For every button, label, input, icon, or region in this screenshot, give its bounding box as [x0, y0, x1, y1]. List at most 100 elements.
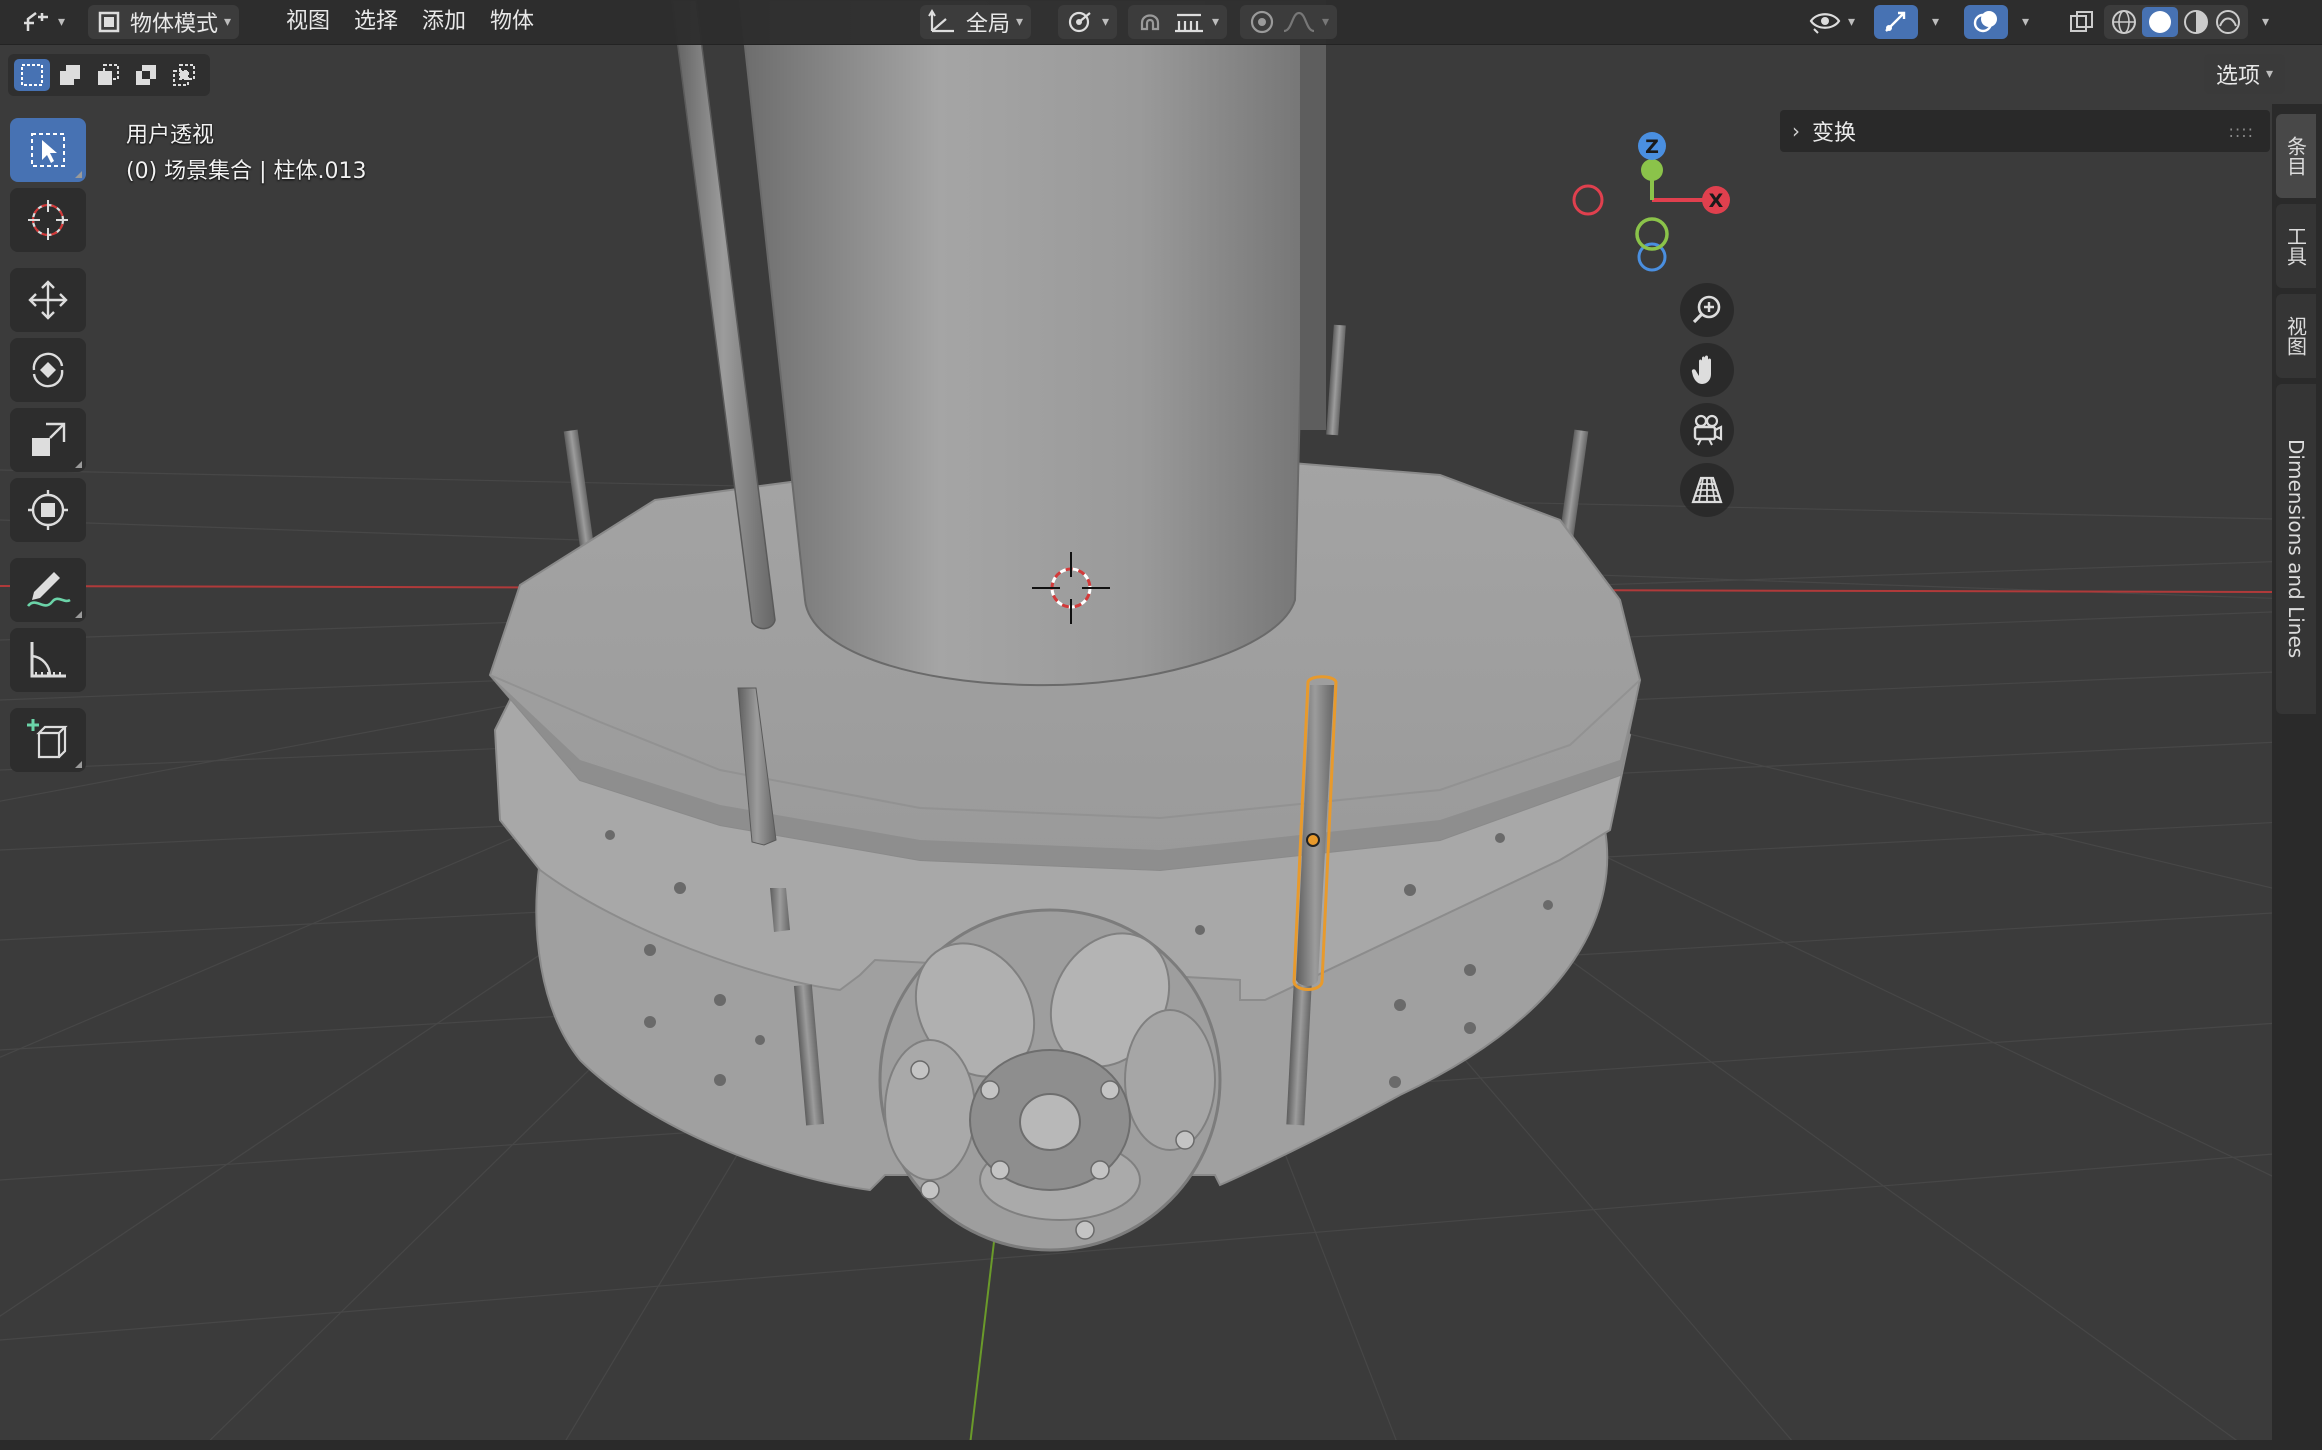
mode-label: 物体模式	[130, 12, 219, 37]
mecanum-wheel	[878, 908, 1222, 1252]
object-mode-icon	[98, 11, 120, 33]
snap-group[interactable]: ▾	[1128, 5, 1228, 39]
viewport-header: ▾ 物体模式 ▾ 视图 选择 添加 物体 全局 ▾ ▾ ▾ ▾ ▾ ▾ ▾ ▾	[0, 0, 2322, 45]
solid-shading-icon	[2149, 11, 2171, 33]
menu-object[interactable]: 物体	[478, 5, 546, 39]
select-extend-button[interactable]	[52, 59, 88, 91]
shading-mode-group[interactable]	[2104, 5, 2248, 39]
tool-measure[interactable]	[10, 628, 86, 692]
gizmo-dropdown[interactable]: ▾	[1918, 5, 1947, 39]
3d-viewport[interactable]	[0, 0, 2322, 1450]
xray-toggle[interactable]	[2060, 5, 2104, 39]
transform-panel-title: 变换	[1812, 121, 1857, 146]
tab-view[interactable]: 视图	[2276, 294, 2316, 378]
chevron-down-icon: ▾	[1848, 14, 1856, 30]
scale-icon	[32, 422, 66, 456]
options-label: 选项	[2216, 64, 2261, 89]
transform-icon	[28, 490, 68, 530]
chevron-down-icon: ▾	[58, 14, 66, 30]
annotate-pencil-icon	[26, 572, 71, 607]
proportional-editing-icon[interactable]	[1248, 9, 1276, 35]
chevron-down-icon: ▾	[2022, 14, 2030, 30]
pivot-point-icon	[1068, 11, 1091, 33]
tool-move[interactable]	[10, 268, 86, 332]
tool-rotate[interactable]	[10, 338, 86, 402]
tool-scale[interactable]	[10, 408, 86, 472]
select-intersect-button[interactable]	[166, 59, 202, 91]
select-difference-icon	[136, 65, 156, 85]
pivot-point-dropdown[interactable]: ▾	[1058, 5, 1118, 39]
tab-dimensions-and-lines-label: Dimensions and Lines	[2284, 439, 2308, 659]
mode-dropdown[interactable]: 物体模式 ▾	[88, 5, 240, 39]
editor-type-icon	[24, 12, 48, 31]
measure-ruler-icon	[30, 642, 66, 678]
chevron-right-icon: ›	[1792, 119, 1800, 143]
viewport-info: 用户透视 (0) 场景集合 | 柱体.013	[126, 118, 367, 190]
tab-tool[interactable]: 工具	[2276, 204, 2316, 288]
transform-orientation-dropdown[interactable]: 全局 ▾	[920, 5, 1032, 39]
zoom-button[interactable]	[1680, 283, 1734, 337]
chevron-down-icon: ▾	[2262, 14, 2270, 30]
tab-tool-label: 工具	[2283, 226, 2308, 266]
falloff-curve-icon[interactable]	[1282, 9, 1316, 35]
tool-add-cube[interactable]	[10, 708, 86, 772]
tool-transform[interactable]	[10, 478, 86, 542]
select-extend-icon	[60, 65, 80, 85]
solid-shading-button[interactable]	[2142, 7, 2178, 37]
drag-grip-icon[interactable]: ::::	[2228, 122, 2254, 141]
visibility-dropdown[interactable]: ▾	[1800, 5, 1863, 39]
tab-dimensions-and-lines[interactable]: Dimensions and Lines	[2276, 384, 2316, 714]
cursor-icon	[28, 200, 68, 240]
rendered-shading-icon[interactable]	[2212, 8, 2244, 36]
wireframe-shading-icon[interactable]	[2108, 8, 2140, 36]
shading-dropdown[interactable]: ▾	[2248, 5, 2277, 39]
tool-select-box[interactable]	[10, 118, 86, 182]
options-dropdown[interactable]: 选项 ▾	[2204, 54, 2286, 94]
selection-mode-row	[8, 54, 210, 96]
proportional-editing-group[interactable]: ▾	[1240, 5, 1338, 39]
sidebar-tabs: 条目 工具 视图 Dimensions and Lines	[2272, 104, 2322, 1450]
camera-view-button[interactable]	[1680, 403, 1734, 457]
select-subtract-icon	[98, 64, 119, 85]
menu-add[interactable]: 添加	[410, 5, 478, 39]
gizmo-icon	[1885, 11, 1906, 32]
editor-type-button[interactable]: ▾	[14, 5, 73, 39]
select-new-button[interactable]	[14, 59, 50, 91]
pan-button[interactable]	[1680, 343, 1734, 397]
gizmo-y-handle[interactable]	[1641, 159, 1663, 181]
transform-panel-header[interactable]: › 变换 ::::	[1780, 110, 2270, 152]
overlays-icon	[1973, 11, 1997, 33]
blender-window: ▾ 物体模式 ▾ 视图 选择 添加 物体 全局 ▾ ▾ ▾ ▾ ▾ ▾ ▾ ▾ …	[0, 0, 2322, 1450]
select-subtract-button[interactable]	[90, 59, 126, 91]
magnet-snap-icon[interactable]	[1136, 9, 1166, 35]
tab-item[interactable]: 条目	[2276, 114, 2316, 198]
gizmo-toggle[interactable]	[1874, 5, 1918, 39]
gizmo-z-label: Z	[1645, 136, 1659, 158]
tool-annotate[interactable]	[10, 558, 86, 622]
tab-view-label: 视图	[2283, 316, 2308, 356]
tool-cursor[interactable]	[10, 188, 86, 252]
cylinder-back-rod	[1300, 0, 1326, 430]
eye-icon	[1809, 13, 1841, 34]
navigation-gizmo[interactable]: X Z	[1560, 120, 1760, 280]
zoom-magnifier-icon	[1692, 295, 1721, 324]
bottom-border	[0, 1440, 2322, 1450]
overlays-toggle[interactable]	[1964, 5, 2008, 39]
orientation-axes-icon	[928, 9, 954, 33]
select-new-icon	[21, 64, 43, 86]
gizmo-neg-x-handle[interactable]	[1572, 184, 1604, 216]
material-shading-icon[interactable]	[2180, 8, 2212, 36]
chevron-down-icon: ▾	[1016, 14, 1024, 30]
chevron-down-icon: ▾	[1102, 14, 1110, 30]
overlays-dropdown[interactable]: ▾	[2008, 5, 2037, 39]
select-difference-button[interactable]	[128, 59, 164, 91]
xray-icon	[2070, 11, 2093, 32]
menu-select[interactable]: 选择	[342, 5, 410, 39]
chevron-down-icon: ▾	[2266, 66, 2274, 82]
snap-increment-icon[interactable]	[1172, 9, 1206, 35]
perspective-toggle-button[interactable]	[1680, 463, 1734, 517]
rotate-icon	[32, 352, 64, 388]
menu-view[interactable]: 视图	[274, 5, 342, 39]
main-cylinder	[738, 0, 1312, 687]
chevron-down-icon: ▾	[1932, 14, 1940, 30]
